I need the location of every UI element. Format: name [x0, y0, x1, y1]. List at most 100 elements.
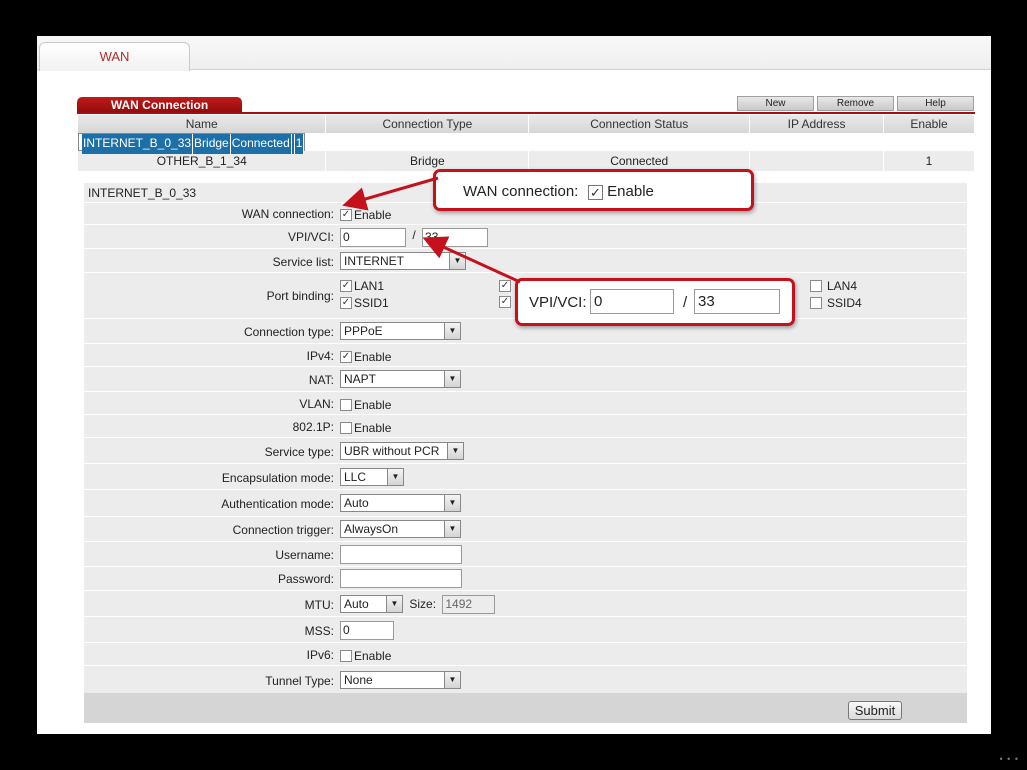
service-type-value: UBR without PCR	[344, 444, 440, 458]
lan1-label: LAN1	[354, 278, 385, 293]
username-input[interactable]	[340, 545, 462, 564]
cell-enable: 1	[883, 151, 975, 171]
chevron-down-icon: ▼	[447, 443, 463, 459]
nat-select[interactable]: NAPT ▼	[340, 370, 461, 388]
auth-mode-value: Auto	[344, 496, 369, 510]
dot1p-checkbox[interactable]	[340, 421, 352, 434]
wan-connection-header: WAN Connection	[77, 97, 242, 113]
conn-trigger-label: Connection trigger:	[232, 523, 334, 537]
nat-value: NAPT	[344, 372, 377, 386]
wan-connection-label: WAN connection:	[241, 207, 334, 221]
row-encapsulation: Encapsulation mode: LLC ▼	[84, 463, 967, 489]
encapsulation-label: Encapsulation mode:	[221, 471, 334, 485]
port-checkbox-hidden-1[interactable]: ✓	[499, 279, 511, 292]
row-vpi-vci: VPI/VCI: 0 / 33	[84, 224, 967, 248]
nat-control: NAPT ▼	[340, 370, 461, 388]
callout-vpi-separator: /	[683, 294, 688, 311]
tunnel-type-select[interactable]: None ▼	[340, 671, 461, 689]
encapsulation-select[interactable]: LLC ▼	[340, 468, 404, 486]
tab-wan[interactable]: WAN	[39, 42, 190, 71]
row-ipv4: IPv4: ✓ Enable	[84, 343, 967, 366]
vpi-input[interactable]: 0	[340, 228, 406, 247]
connection-details-form: INTERNET_B_0_33 WAN connection: ✓ Enable …	[84, 183, 967, 723]
service-list-label: Service list:	[272, 255, 334, 269]
wan-connection-checkbox[interactable]: ✓	[340, 208, 352, 221]
vpi-vci-separator: /	[412, 228, 416, 242]
submit-button[interactable]: Submit	[848, 701, 902, 720]
auth-mode-label: Authentication mode:	[221, 497, 334, 511]
service-type-label: Service type:	[264, 445, 334, 459]
column-header-connection-status: Connection Status	[528, 115, 751, 133]
service-type-control: UBR without PCR ▼	[340, 442, 464, 460]
auth-mode-select[interactable]: Auto ▼	[340, 494, 461, 512]
lan1-checkbox[interactable]: ✓	[340, 279, 352, 292]
dot1p-control: Enable	[340, 420, 391, 435]
port-binding-label: Port binding:	[266, 289, 334, 303]
mtu-control: Auto ▼ Size: 1492	[340, 595, 496, 614]
remove-button[interactable]: Remove	[817, 96, 894, 111]
cell-name: OTHER_B_1_34	[78, 151, 327, 171]
row-password: Password:	[84, 566, 967, 590]
port-binding-right: LAN4 SSID4	[810, 278, 862, 310]
chevron-down-icon: ▼	[387, 469, 403, 485]
service-type-select[interactable]: UBR without PCR ▼	[340, 442, 464, 460]
mss-control: 0	[340, 621, 394, 640]
table-row[interactable]: OTHER_B_1_34 Bridge Connected 1	[78, 151, 975, 171]
mtu-value: Auto	[344, 597, 369, 611]
column-header-enable: Enable	[883, 115, 975, 133]
callout-wan-label: WAN connection:	[463, 183, 579, 200]
password-control	[340, 569, 462, 588]
mss-label: MSS:	[304, 624, 334, 638]
router-admin-page: WAN WAN Connection New Remove Help Name …	[37, 36, 991, 734]
help-button[interactable]: Help	[897, 96, 974, 111]
ssid4-checkbox[interactable]	[810, 296, 822, 309]
port-binding-mid: ✓ ✓	[499, 278, 511, 308]
chevron-down-icon: ▼	[444, 672, 460, 688]
row-vlan: VLAN: Enable	[84, 391, 967, 414]
table-row[interactable]: INTERNET_B_0_33 Bridge Connected 1	[78, 133, 306, 154]
conn-trigger-select[interactable]: AlwaysOn ▼	[340, 520, 461, 538]
header-divider	[77, 112, 975, 114]
chevron-down-icon: ▼	[444, 371, 460, 387]
ssid1-label: SSID1	[354, 295, 389, 310]
chevron-down-icon: ▼	[444, 495, 460, 511]
column-header-ip-address: IP Address	[749, 115, 885, 133]
username-control	[340, 545, 462, 564]
form-footer	[84, 693, 967, 723]
wan-connection-table: Name Connection Type Connection Status I…	[78, 115, 975, 171]
callout-vpi-label: VPI/VCI:	[529, 294, 587, 311]
connection-type-select[interactable]: PPPoE ▼	[340, 322, 461, 340]
row-mtu: MTU: Auto ▼ Size: 1492	[84, 590, 967, 616]
ipv6-checkbox[interactable]	[340, 649, 352, 662]
cell-name: INTERNET_B_0_33	[82, 134, 194, 154]
mtu-select[interactable]: Auto ▼	[340, 595, 403, 613]
new-button[interactable]: New	[737, 96, 814, 111]
corner-watermark: • • •	[999, 754, 1019, 764]
mss-input[interactable]: 0	[340, 621, 394, 640]
ipv4-control: ✓ Enable	[340, 349, 391, 364]
chevron-down-icon: ▼	[444, 323, 460, 339]
password-input[interactable]	[340, 569, 462, 588]
table-header-row: Name Connection Type Connection Status I…	[78, 115, 975, 133]
ipv6-control: Enable	[340, 648, 391, 663]
cell-status: Connected	[230, 134, 292, 154]
row-mss: MSS: 0	[84, 616, 967, 642]
nat-label: NAT:	[308, 373, 334, 387]
callout-vpi-vci: VPI/VCI: 0 / 33	[515, 278, 795, 326]
ipv4-enable-label: Enable	[354, 349, 392, 364]
column-header-name: Name	[78, 115, 327, 133]
callout-vci-input: 33	[694, 289, 780, 314]
lan4-checkbox[interactable]	[810, 279, 822, 292]
ssid1-checkbox[interactable]: ✓	[340, 296, 352, 309]
tunnel-type-value: None	[344, 673, 373, 687]
port-checkbox-hidden-2[interactable]: ✓	[499, 295, 511, 308]
service-list-select[interactable]: INTERNET ▼	[340, 252, 466, 270]
ipv4-label: IPv4:	[306, 349, 334, 363]
mtu-label: MTU:	[304, 598, 334, 612]
vci-input[interactable]: 33	[422, 228, 489, 247]
chevron-down-icon: ▼	[386, 596, 402, 612]
mtu-size-input[interactable]: 1492	[442, 595, 496, 614]
vlan-checkbox[interactable]	[340, 398, 352, 411]
ipv4-checkbox[interactable]: ✓	[340, 350, 352, 363]
ipv6-label: IPv6:	[306, 648, 334, 662]
